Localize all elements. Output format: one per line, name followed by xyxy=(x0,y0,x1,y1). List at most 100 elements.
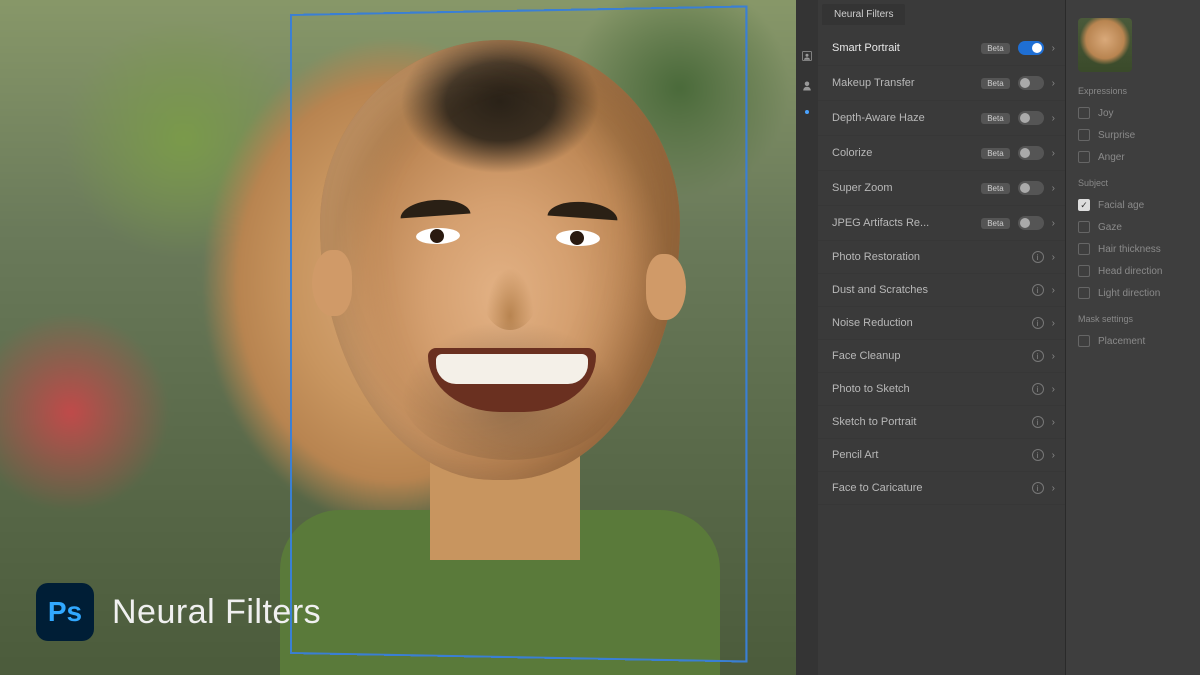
filter-settings-column: Expressions Joy Surprise Anger Subject Facial… xyxy=(1066,0,1200,675)
filter-name-label: Photo to Sketch xyxy=(832,383,1024,395)
info-icon[interactable]: i xyxy=(1032,482,1044,494)
portrait-icon[interactable] xyxy=(801,50,813,62)
chevron-right-icon: › xyxy=(1052,183,1055,194)
filter-name-label: Pencil Art xyxy=(832,449,1024,461)
filter-row[interactable]: Photo to Sketch i › xyxy=(818,373,1065,406)
filter-row[interactable]: Smart Portrait Beta › xyxy=(818,31,1065,66)
settings-option-row[interactable]: Light direction xyxy=(1078,282,1188,304)
chevron-right-icon: › xyxy=(1052,417,1055,428)
panel-sidebar xyxy=(796,0,818,675)
info-icon[interactable]: i xyxy=(1032,416,1044,428)
chevron-right-icon: › xyxy=(1052,318,1055,329)
filter-row[interactable]: Sketch to Portrait i › xyxy=(818,406,1065,439)
filter-toggle[interactable] xyxy=(1018,216,1044,230)
filter-toggle[interactable] xyxy=(1018,181,1044,195)
filter-row[interactable]: Face to Caricature i › xyxy=(818,472,1065,505)
filter-row[interactable]: Pencil Art i › xyxy=(818,439,1065,472)
chevron-right-icon: › xyxy=(1052,384,1055,395)
beta-badge: Beta xyxy=(981,113,1009,124)
settings-option-label: Surprise xyxy=(1098,130,1135,141)
filter-row[interactable]: Face Cleanup i › xyxy=(818,340,1065,373)
beta-badge: Beta xyxy=(981,43,1009,54)
settings-option-label: Facial age xyxy=(1098,200,1144,211)
settings-option-row[interactable]: Facial age xyxy=(1078,194,1188,216)
checkbox[interactable] xyxy=(1078,107,1090,119)
active-indicator-icon xyxy=(805,110,809,114)
settings-option-label: Gaze xyxy=(1098,222,1122,233)
chevron-right-icon: › xyxy=(1052,78,1055,89)
settings-option-row[interactable]: Anger xyxy=(1078,146,1188,168)
settings-option-label: Placement xyxy=(1098,336,1145,347)
settings-option-row[interactable]: Joy xyxy=(1078,102,1188,124)
filter-name-label: Colorize xyxy=(832,147,973,159)
settings-section-heading: Expressions xyxy=(1078,86,1188,96)
settings-option-row[interactable]: Placement xyxy=(1078,330,1188,352)
checkbox[interactable] xyxy=(1078,243,1090,255)
filter-name-label: Face Cleanup xyxy=(832,350,1024,362)
settings-option-row[interactable]: Surprise xyxy=(1078,124,1188,146)
info-icon[interactable]: i xyxy=(1032,317,1044,329)
checkbox[interactable] xyxy=(1078,221,1090,233)
portrait-face xyxy=(300,40,700,570)
settings-option-row[interactable]: Hair thickness xyxy=(1078,238,1188,260)
overlay-title: Neural Filters xyxy=(112,593,321,632)
filter-toggle[interactable] xyxy=(1018,146,1044,160)
filter-row[interactable]: Colorize Beta › xyxy=(818,136,1065,171)
filter-row[interactable]: JPEG Artifacts Re... Beta › xyxy=(818,206,1065,241)
filter-toggle[interactable] xyxy=(1018,111,1044,125)
canvas-area: © Smart Portrait Option 1.jpg @ 55% (Lay… xyxy=(0,0,800,675)
filter-name-label: Smart Portrait xyxy=(832,42,973,54)
beta-badge: Beta xyxy=(981,78,1009,89)
filter-row[interactable]: Photo Restoration i › xyxy=(818,241,1065,274)
checkbox[interactable] xyxy=(1078,151,1090,163)
filter-row[interactable]: Noise Reduction i › xyxy=(818,307,1065,340)
beta-badge: Beta xyxy=(981,148,1009,159)
beta-badge: Beta xyxy=(981,218,1009,229)
chevron-right-icon: › xyxy=(1052,43,1055,54)
filter-name-label: Photo Restoration xyxy=(832,251,1024,263)
filter-name-label: Depth-Aware Haze xyxy=(832,112,973,124)
filter-name-label: JPEG Artifacts Re... xyxy=(832,217,973,229)
settings-option-row[interactable]: Head direction xyxy=(1078,260,1188,282)
filter-list-column: Neural Filters Smart PortraitBeta›Makeup… xyxy=(818,0,1066,675)
filter-toggle[interactable] xyxy=(1018,41,1044,55)
checkbox[interactable] xyxy=(1078,265,1090,277)
filter-name-label: Sketch to Portrait xyxy=(832,416,1024,428)
checkbox[interactable] xyxy=(1078,335,1090,347)
info-icon[interactable]: i xyxy=(1032,449,1044,461)
settings-option-label: Head direction xyxy=(1098,266,1162,277)
settings-option-label: Anger xyxy=(1098,152,1125,163)
face-thumbnail[interactable] xyxy=(1078,18,1132,72)
info-icon[interactable]: i xyxy=(1032,251,1044,263)
chevron-right-icon: › xyxy=(1052,218,1055,229)
settings-option-label: Hair thickness xyxy=(1098,244,1161,255)
checkbox[interactable] xyxy=(1078,129,1090,141)
settings-option-label: Light direction xyxy=(1098,288,1160,299)
person-icon[interactable] xyxy=(801,80,813,92)
info-icon[interactable]: i xyxy=(1032,350,1044,362)
settings-section-heading: Subject xyxy=(1078,178,1188,188)
panel-title-tab[interactable]: Neural Filters xyxy=(822,4,905,25)
info-icon[interactable]: i xyxy=(1032,284,1044,296)
filter-row[interactable]: Super ZoomBeta› xyxy=(818,171,1065,206)
settings-option-row[interactable]: Gaze xyxy=(1078,216,1188,238)
chevron-right-icon: › xyxy=(1052,252,1055,263)
filter-name-label: Makeup Transfer xyxy=(832,77,973,89)
checkbox[interactable] xyxy=(1078,287,1090,299)
chevron-right-icon: › xyxy=(1052,483,1055,494)
beta-badge: Beta xyxy=(981,183,1009,194)
checkbox[interactable] xyxy=(1078,199,1090,211)
filter-row[interactable]: Makeup Transfer Beta › xyxy=(818,66,1065,101)
filter-row[interactable]: Dust and Scratchesi› xyxy=(818,274,1065,307)
video-overlay-brand: Ps Neural Filters xyxy=(36,583,321,641)
info-icon[interactable]: i xyxy=(1032,383,1044,395)
chevron-right-icon: › xyxy=(1052,450,1055,461)
chevron-right-icon: › xyxy=(1052,148,1055,159)
chevron-right-icon: › xyxy=(1052,351,1055,362)
settings-section-heading: Mask settings xyxy=(1078,314,1188,324)
filter-name-label: Face to Caricature xyxy=(832,482,1024,494)
filter-toggle[interactable] xyxy=(1018,76,1044,90)
filter-row[interactable]: Depth-Aware HazeBeta› xyxy=(818,101,1065,136)
chevron-right-icon: › xyxy=(1052,285,1055,296)
filter-name-label: Noise Reduction xyxy=(832,317,1024,329)
